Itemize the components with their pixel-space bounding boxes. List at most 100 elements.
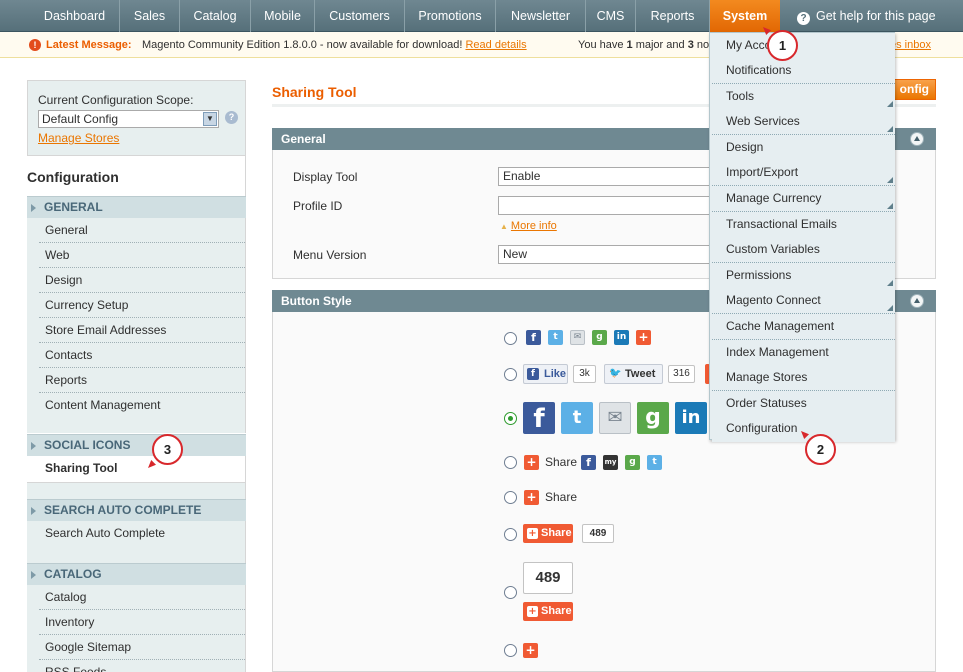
menu-version-select[interactable]: New	[498, 245, 718, 264]
twitter-icon: t	[647, 455, 662, 470]
help-link[interactable]: ? Get help for this page	[797, 0, 936, 32]
menu-item-order-statuses[interactable]: Order Statuses	[712, 391, 895, 417]
sidebar-item-catalog[interactable]: Catalog	[39, 585, 245, 610]
collapse-icon[interactable]	[910, 132, 924, 146]
menu-item-tools[interactable]: Tools	[712, 84, 895, 110]
facebook-icon: f	[581, 455, 596, 470]
style-radio-2[interactable]	[504, 368, 517, 381]
menu-item-magento-connect[interactable]: Magento Connect	[712, 288, 895, 314]
like-button: f Like	[523, 364, 568, 384]
top-navigation: Dashboard Sales Catalog Mobile Customers…	[0, 0, 963, 32]
sidebar-item-contacts[interactable]: Contacts	[39, 343, 245, 368]
submenu-arrow-icon	[887, 101, 893, 107]
nav-promotions[interactable]: Promotions	[405, 0, 496, 32]
style-radio-7[interactable]	[504, 586, 517, 599]
more-info: ▲ More info	[500, 220, 557, 232]
nav-catalog[interactable]: Catalog	[180, 0, 251, 32]
manage-stores-link[interactable]: Manage Stores	[38, 131, 119, 145]
sidebar-item-content-management[interactable]: Content Management	[39, 393, 245, 418]
sidebar-item-sharing-tool[interactable]: Sharing Tool	[27, 456, 245, 481]
nav-cms[interactable]: CMS	[586, 0, 636, 32]
nav-dashboard[interactable]: Dashboard	[30, 0, 120, 32]
menu-item-import-export[interactable]: Import/Export	[712, 160, 895, 186]
menu-item-index-management[interactable]: Index Management	[712, 340, 895, 366]
nav-sales[interactable]: Sales	[120, 0, 180, 32]
twitter-icon: t	[548, 330, 563, 345]
message-title: Latest Message:	[46, 39, 132, 51]
scope-box: Current Configuration Scope: Default Con…	[27, 80, 246, 156]
menu-item-cache-management[interactable]: Cache Management	[712, 314, 895, 340]
triangle-right-icon	[31, 204, 36, 212]
section-general[interactable]: GENERAL	[27, 196, 246, 218]
sidebar-item-general[interactable]: General	[39, 218, 245, 243]
email-icon: ✉	[570, 330, 585, 345]
add-icon: +	[636, 330, 651, 345]
style-radio-4[interactable]	[504, 456, 517, 469]
google-icon: g	[637, 402, 669, 434]
add-icon: +	[523, 643, 538, 658]
menu-item-notifications[interactable]: Notifications	[712, 58, 895, 84]
nav-mobile[interactable]: Mobile	[251, 0, 315, 32]
sidebar-item-reports[interactable]: Reports	[39, 368, 245, 393]
search-auto-complete-list: Search Auto Complete	[27, 521, 246, 563]
share-count: 489	[582, 524, 614, 543]
style-radio-5[interactable]	[504, 491, 517, 504]
nav-newsletter[interactable]: Newsletter	[496, 0, 586, 32]
sidebar-item-rss-feeds[interactable]: RSS Feeds	[39, 660, 245, 672]
profile-id-input[interactable]	[498, 196, 718, 215]
scope-label: Current Configuration Scope:	[38, 93, 194, 107]
google-icon: g	[625, 455, 640, 470]
nav-system[interactable]: System	[710, 0, 780, 32]
submenu-arrow-icon	[887, 203, 893, 209]
menu-item-configuration[interactable]: Configuration	[712, 416, 895, 442]
style-radio-6[interactable]	[504, 528, 517, 541]
sidebar-item-design[interactable]: Design	[39, 268, 245, 293]
style-radio-8[interactable]	[504, 644, 517, 657]
section-social-icons[interactable]: SOCIAL ICONS	[27, 434, 246, 456]
add-icon: +	[527, 606, 538, 617]
sidebar-item-search-auto-complete[interactable]: Search Auto Complete	[39, 521, 245, 546]
collapse-icon[interactable]	[910, 294, 924, 308]
add-icon: +	[527, 528, 538, 539]
triangle-up-icon: ▲	[500, 222, 508, 231]
callout-2: 2	[801, 431, 836, 465]
add-icon: +	[524, 455, 539, 470]
nav-customers[interactable]: Customers	[315, 0, 405, 32]
submenu-arrow-icon	[887, 305, 893, 311]
menu-item-web-services[interactable]: Web Services	[712, 109, 895, 135]
tweet-count: 316	[668, 365, 695, 383]
tweet-button: 🐦 Tweet	[604, 364, 663, 384]
triangle-right-icon	[31, 442, 36, 450]
style-radio-1[interactable]	[504, 332, 517, 345]
menu-item-my-account[interactable]: My Account	[712, 33, 895, 59]
section-catalog[interactable]: CATALOG	[27, 563, 246, 585]
menu-item-transactional-emails[interactable]: Transactional Emails	[712, 212, 895, 238]
menu-item-design[interactable]: Design	[712, 135, 895, 161]
menu-item-manage-currency[interactable]: Manage Currency	[712, 186, 895, 212]
share-button: + Share	[523, 602, 573, 621]
chevron-down-icon: ▼	[203, 112, 217, 126]
message-summary: You have 1 major and 3 not	[578, 39, 713, 51]
myspace-icon: my	[603, 455, 618, 470]
section-search-auto-complete[interactable]: SEARCH AUTO COMPLETE	[27, 499, 246, 521]
scope-select[interactable]: Default Config ▼	[38, 110, 219, 128]
submenu-arrow-icon	[887, 177, 893, 183]
read-details-link[interactable]: Read details	[465, 39, 526, 51]
nav-reports[interactable]: Reports	[636, 0, 710, 32]
sidebar-item-inventory[interactable]: Inventory	[39, 610, 245, 635]
sidebar-item-google-sitemap[interactable]: Google Sitemap	[39, 635, 245, 660]
display-tool-select[interactable]: Enable	[498, 167, 718, 186]
style-radio-3[interactable]	[504, 412, 517, 425]
menu-item-manage-stores[interactable]: Manage Stores	[712, 365, 895, 391]
sidebar-item-store-email[interactable]: Store Email Addresses	[39, 318, 245, 343]
info-icon[interactable]: ?	[225, 111, 238, 124]
display-tool-label: Display Tool	[293, 170, 358, 184]
sidebar-item-web[interactable]: Web	[39, 243, 245, 268]
profile-id-label: Profile ID	[293, 199, 343, 213]
submenu-arrow-icon	[887, 126, 893, 132]
menu-item-permissions[interactable]: Permissions	[712, 263, 895, 289]
inbox-link[interactable]: es inbox	[890, 32, 931, 58]
menu-item-custom-variables[interactable]: Custom Variables	[712, 237, 895, 263]
more-info-link[interactable]: More info	[511, 220, 557, 232]
sidebar-item-currency-setup[interactable]: Currency Setup	[39, 293, 245, 318]
